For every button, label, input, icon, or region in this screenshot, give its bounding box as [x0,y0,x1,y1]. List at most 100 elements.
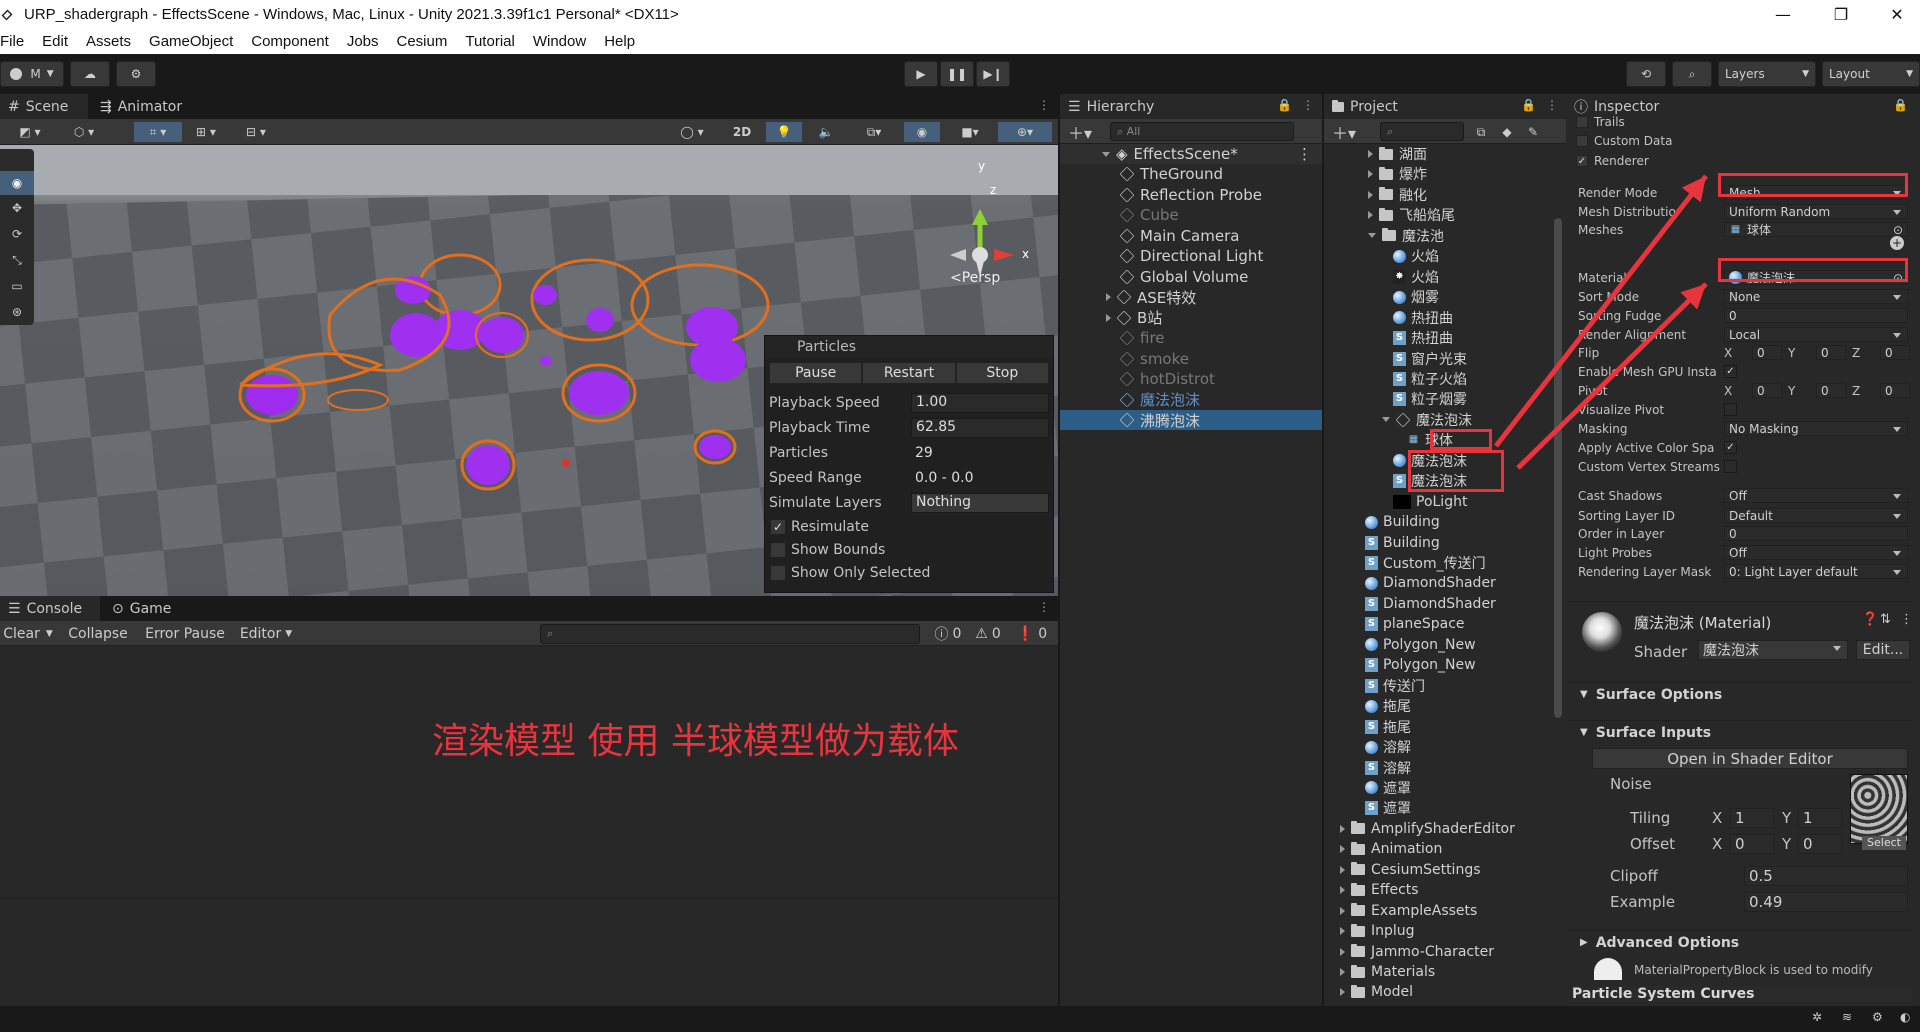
hierarchy-item[interactable]: Reflection Probe [1060,185,1322,205]
project-add-button[interactable]: ＋▾ [1328,122,1360,143]
xyz-value-field[interactable]: 0 [1816,345,1846,360]
tiling-x-field[interactable]: 1 [1730,808,1774,828]
tab-scene[interactable]: # Scene [0,94,88,119]
tab-console[interactable]: ☰ Console [0,596,100,621]
inspector-prop-field[interactable]: Local [1724,327,1908,342]
particles-stop-button[interactable]: Stop [955,362,1049,384]
expand-arrow-icon[interactable] [1340,886,1345,895]
expand-arrow-icon[interactable] [1382,417,1390,423]
close-button[interactable]: ✕ [1874,0,1920,29]
project-item[interactable]: 爆炸 [1324,164,1552,184]
layout-dropdown[interactable]: Layout ▼ [1822,61,1920,87]
project-item[interactable]: 魔法池 [1324,226,1552,246]
project-item[interactable]: S DiamondShader [1324,594,1552,614]
inspector-checkbox[interactable] [1724,460,1737,473]
project-item[interactable]: Building [1324,512,1552,532]
play-button[interactable]: ▶ [904,61,938,87]
project-item[interactable]: SplaneSpace [1324,614,1552,634]
add-mesh-button[interactable]: + [1890,236,1904,250]
visibility-toggle[interactable]: ◉ [904,122,940,142]
advanced-options-foldout[interactable]: ▶ Advanced Options [1568,930,1912,954]
hierarchy-menu-icon[interactable]: ⋮ [1302,98,1314,112]
snap-dropdown[interactable]: ⊞ ▾ [186,122,226,142]
expand-arrow-icon[interactable] [1106,293,1111,301]
expand-arrow-icon[interactable] [1340,845,1345,854]
inspector-checkbox[interactable] [1724,403,1737,416]
project-item[interactable]: S 传送门 [1324,676,1552,696]
inspector-module-row[interactable]: Trails [1576,114,1906,130]
expand-arrow-icon[interactable] [1106,313,1111,322]
cloud-button[interactable]: ☁ [70,61,110,87]
project-item[interactable]: 溶解 [1324,737,1552,757]
project-item[interactable]: 烟雾 [1324,287,1552,307]
project-item[interactable]: Inplug [1324,921,1552,941]
effects-dropdown[interactable]: ⧉ ▾ [850,122,898,142]
lock-icon[interactable]: 🔒 [1277,98,1292,112]
lock-icon[interactable]: 🔒 [1893,98,1908,112]
project-item[interactable]: S 粒子烟雾 [1324,389,1552,409]
increment-dropdown[interactable]: ⊟ ▾ [232,122,280,142]
hierarchy-item[interactable]: 魔法泡沫 [1060,390,1322,410]
expand-arrow-icon[interactable] [1340,824,1345,833]
scale-tool-icon[interactable]: ⤡ [0,247,34,273]
simulate-layers-dropdown[interactable]: Nothing [911,492,1049,513]
project-item[interactable]: 热扭曲 [1324,308,1552,328]
component-menu-icon[interactable]: ⋮ [1900,612,1913,627]
collapse-button[interactable]: Collapse [60,624,136,644]
settings-button[interactable]: ⚙ [116,61,156,87]
project-item[interactable]: Animation [1324,839,1552,859]
hierarchy-search-input[interactable]: ⌕ All [1110,122,1294,141]
expand-arrow-icon[interactable] [1340,906,1345,915]
edit-shader-button[interactable]: Edit... [1856,640,1910,660]
menu-file[interactable]: File [0,33,24,50]
progress-icon[interactable]: ⚙ [1872,1010,1883,1024]
inspector-prop-field[interactable]: No Masking [1724,421,1908,436]
error-pause-button[interactable]: Error Pause [140,624,230,644]
inspector-prop-field[interactable]: Default [1724,508,1908,523]
grid-snap-dropdown[interactable]: ⌗ ▾ [134,122,182,142]
project-item[interactable]: 融化 [1324,185,1552,205]
audio-toggle[interactable]: 🔈 [808,122,844,142]
hierarchy-item[interactable]: smoke [1060,349,1322,369]
project-item[interactable]: Materials [1324,962,1552,982]
offset-x-field[interactable]: 0 [1730,834,1774,854]
menu-gameobject[interactable]: GameObject [149,33,233,50]
xyz-value-field[interactable]: 0 [1816,383,1846,398]
hierarchy-item[interactable]: Global Volume [1060,267,1322,287]
open-shader-editor-button[interactable]: Open in Shader Editor [1592,748,1908,769]
scene-root[interactable]: ◈ EffectsScene* ⋮ [1060,144,1322,164]
cache-icon[interactable]: ≋ [1842,1010,1852,1024]
toggle-2d-button[interactable]: 2D [724,122,760,142]
project-item[interactable]: 拖尾 [1324,696,1552,716]
expand-arrow-icon[interactable] [1340,988,1345,997]
lock-icon[interactable]: 🔒 [1521,98,1536,112]
preset-icon[interactable]: ⇅ [1880,612,1891,627]
rotate-tool-icon[interactable]: ⟳ [0,221,34,247]
render-dropdown[interactable]: ⬡ ▾ [60,122,108,142]
orientation-dropdown[interactable]: ◯ ▾ [668,122,716,142]
particles-pause-button[interactable]: Pause [769,362,863,384]
project-item[interactable]: S Polygon_New [1324,655,1552,675]
inspector-prop-field[interactable]: 0: Light Layer default [1724,564,1908,579]
hierarchy-add-button[interactable]: ＋▾ [1064,122,1096,143]
example-field[interactable]: 0.49 [1744,892,1908,912]
inspector-prop-field[interactable]: ▦ ⊙ 球体 [1724,222,1908,237]
scene-viewport[interactable]: y x z <Persp ◉ ✥ ⟳ ⤡ ▭ ⊛ Particles Pause… [0,145,1058,596]
expand-arrow-icon[interactable] [1368,150,1373,158]
inspector-prop-field[interactable]: Off [1724,488,1908,503]
project-item[interactable]: Effects [1324,880,1552,900]
inspector-checkbox[interactable]: ✓ [1724,365,1737,378]
inspector-prop-field[interactable]: 0 [1724,308,1908,323]
inspector-module-row[interactable]: ✓ Renderer [1576,153,1906,169]
settings-small-icon[interactable]: ◐ [1900,1010,1910,1024]
expand-arrow-icon[interactable] [1368,190,1373,199]
help-icon[interactable]: ❓ [1862,612,1878,627]
persp-label[interactable]: <Persp [950,270,1000,286]
inspector-prop-field[interactable]: 0 [1724,526,1908,541]
menu-help[interactable]: Help [604,33,635,50]
pause-button[interactable]: ❚❚ [940,61,974,87]
expand-arrow-icon[interactable] [1368,233,1376,239]
hierarchy-item[interactable]: ASE特效 [1060,287,1322,307]
tab-game[interactable]: ⊙ Game [104,596,179,621]
project-item[interactable]: ExampleAssets [1324,901,1552,921]
